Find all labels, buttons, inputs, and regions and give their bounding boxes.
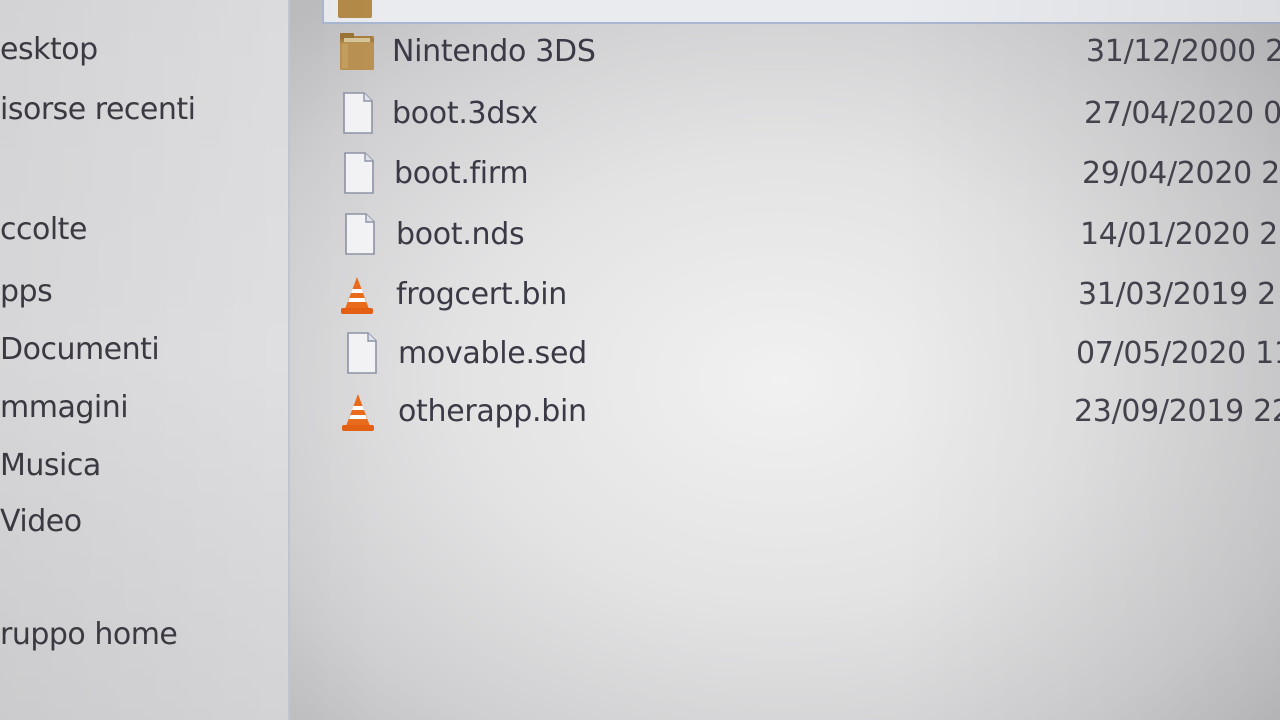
file-name: boot.3dsx [392,96,538,131]
file-name: Nintendo 3DS [392,34,596,69]
navigation-pane: esktop isorse recenti ccolte pps Documen… [0,0,290,720]
nav-item-video[interactable]: Video [0,504,82,539]
file-icon [347,332,377,374]
nav-item-desktop[interactable]: esktop [0,32,98,67]
file-row[interactable]: boot.nds 14/01/2020 2 [332,207,1280,263]
nav-item-pictures[interactable]: mmagini [0,390,129,425]
vlc-cone-icon [341,277,373,314]
vlc-cone-icon [342,394,374,431]
folder-icon [338,0,372,18]
nav-item-recent-places[interactable]: isorse recenti [0,92,196,127]
file-name: otherapp.bin [398,394,587,429]
file-date: 23/09/2019 22 [1074,394,1280,429]
file-date: 29/04/2020 2 [1082,156,1280,191]
file-row[interactable]: frogcert.bin 31/03/2019 2 [332,267,1280,323]
file-row[interactable]: boot.3dsx 27/04/2020 0 [332,86,1280,142]
file-date: 07/05/2020 11 [1076,336,1280,371]
file-row[interactable]: movable.sed 07/05/2020 11 [332,326,1280,382]
file-name: movable.sed [398,336,587,371]
folder-icon [340,33,374,70]
selected-row-partial[interactable] [322,0,1280,24]
file-row[interactable]: boot.firm 29/04/2020 2 [332,146,1280,202]
file-date: 31/12/2000 2 [1086,34,1280,69]
file-icon [345,213,375,255]
nav-item-apps[interactable]: pps [0,274,53,309]
file-date: 31/03/2019 2 [1078,277,1276,312]
file-date: 27/04/2020 0 [1084,96,1280,131]
file-icon [344,152,374,194]
file-row[interactable]: Nintendo 3DS 31/12/2000 2 [332,24,1280,80]
file-name: boot.firm [394,156,529,191]
file-row[interactable]: otherapp.bin 23/09/2019 22 [332,384,1280,440]
nav-item-libraries[interactable]: ccolte [0,212,87,247]
nav-item-homegroup[interactable]: ruppo home [0,617,178,652]
nav-item-documents[interactable]: Documenti [0,332,160,367]
file-name: frogcert.bin [396,277,568,312]
nav-item-music[interactable]: Musica [0,448,101,483]
file-icon [343,92,373,134]
file-name: boot.nds [396,217,525,252]
file-date: 14/01/2020 2 [1080,217,1278,252]
